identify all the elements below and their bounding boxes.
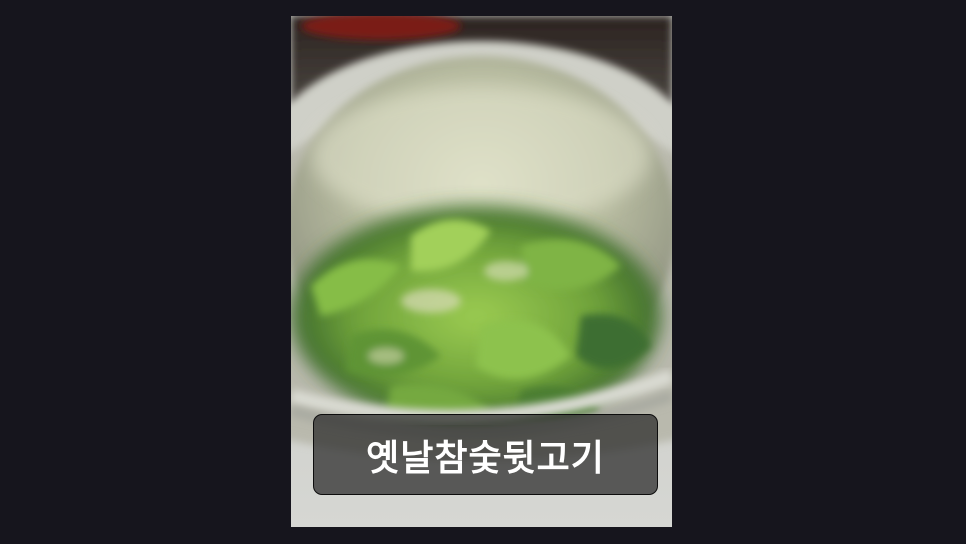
caption-box: 옛날참숯뒷고기 <box>313 414 658 495</box>
viewer-stage: 옛날참숯뒷고기 <box>0 0 966 544</box>
caption-text: 옛날참숯뒷고기 <box>366 437 605 479</box>
